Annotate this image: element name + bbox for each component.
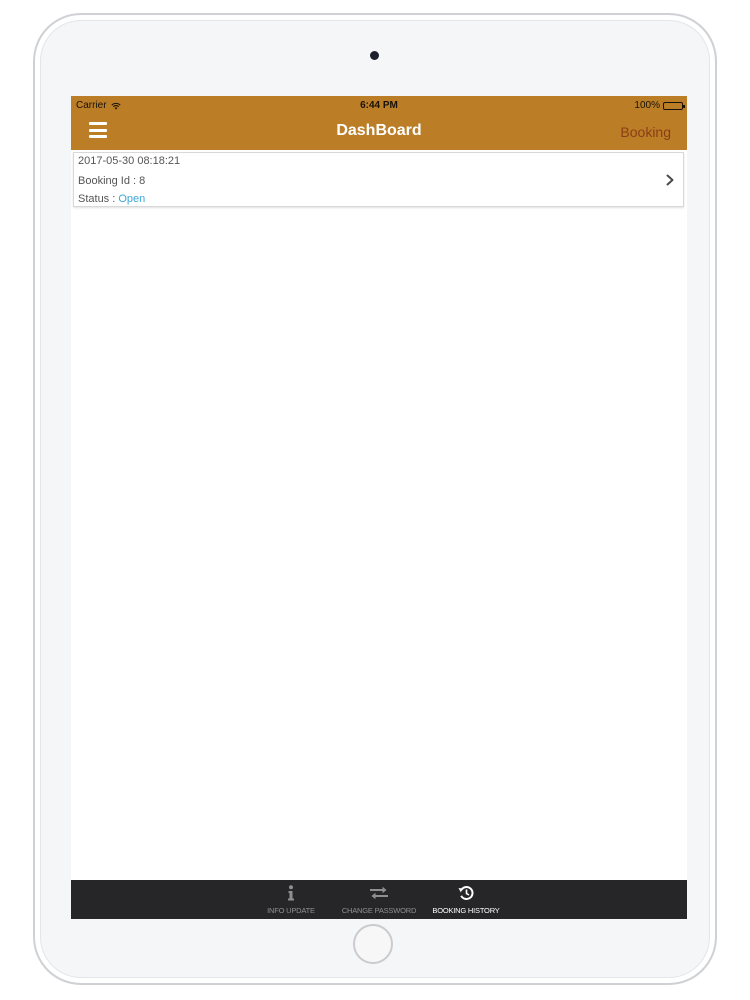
battery-percent: 100% — [634, 100, 660, 111]
history-icon — [456, 885, 476, 901]
tab-info-update-label: INFO UPDATE — [267, 906, 315, 915]
app-screen: Carrier 6:44 PM 100% DashBoard Booking 2… — [71, 96, 687, 919]
chevron-right-icon — [666, 174, 674, 186]
status-time: 6:44 PM — [360, 100, 398, 111]
booking-status-label: Status : — [78, 193, 119, 205]
swap-arrows-icon — [369, 885, 389, 901]
bottom-tab-bar: INFO UPDATE CHANGE PASSWORD BOOKING HIST… — [71, 880, 687, 919]
booking-datetime: 2017-05-30 08:18:21 — [78, 155, 181, 167]
page-title: DashBoard — [336, 122, 422, 139]
status-bar: Carrier 6:44 PM 100% — [71, 96, 687, 116]
tab-change-password[interactable]: CHANGE PASSWORD — [341, 880, 417, 919]
info-icon — [281, 885, 301, 901]
tab-info-update[interactable]: INFO UPDATE — [261, 880, 321, 919]
tab-change-password-label: CHANGE PASSWORD — [341, 906, 417, 915]
home-button[interactable] — [353, 924, 393, 964]
status-battery: 100% — [634, 100, 685, 111]
booking-status-value: Open — [118, 193, 146, 205]
battery-icon — [663, 101, 685, 110]
tab-booking-history[interactable]: BOOKING HISTORY — [432, 880, 500, 919]
tab-booking-history-label: BOOKING HISTORY — [432, 906, 500, 915]
booking-list-item[interactable]: 2017-05-30 08:18:21 Booking Id : 8 Statu… — [73, 152, 684, 207]
booking-status: Status : Open — [78, 193, 145, 205]
front-camera — [370, 51, 379, 60]
booking-id: Booking Id : 8 — [78, 175, 146, 187]
navigation-bar: DashBoard Booking — [71, 116, 687, 150]
booking-button[interactable]: Booking — [620, 124, 671, 140]
